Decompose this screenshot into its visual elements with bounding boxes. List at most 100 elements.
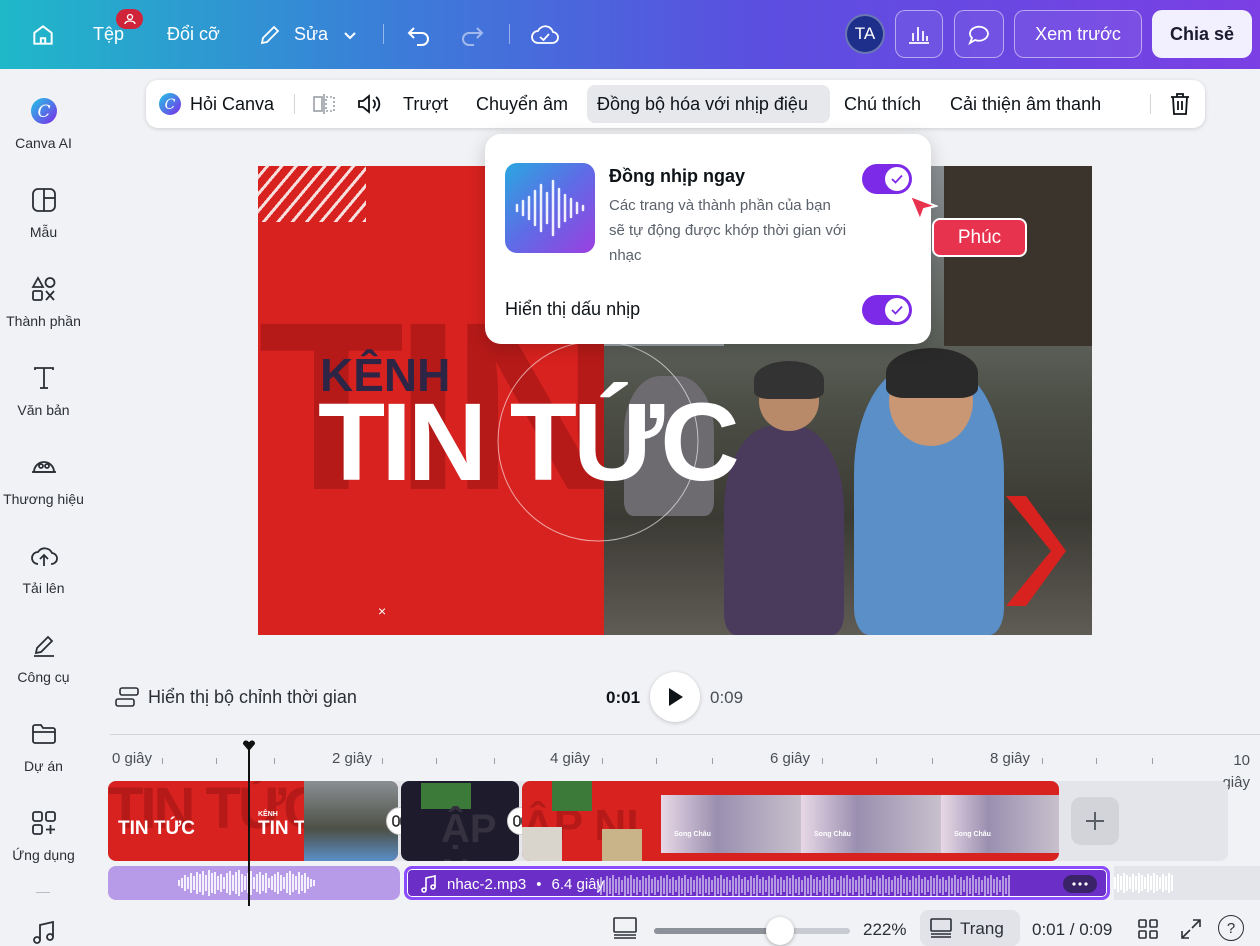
- add-page-button[interactable]: [1071, 797, 1119, 845]
- help-icon: ?: [1226, 919, 1236, 937]
- sidebar: C Canva AI Mẫu Thành phần Văn bản Thương…: [0, 69, 87, 946]
- caption-label: Chú thích: [844, 93, 922, 114]
- video-clip-1[interactable]: TIN TỨC TIN TỨC KÊNH TIN TỨC: [108, 781, 398, 861]
- video-clip-3[interactable]: ẬP NI Song Châu Song Châu Song Châu: [522, 781, 1059, 861]
- edit-label: Sửa: [294, 24, 329, 44]
- ask-canva-button[interactable]: C Hỏi Canva: [158, 80, 274, 128]
- current-time: 0:01: [606, 688, 641, 707]
- check-icon: [891, 174, 903, 184]
- audio-waveform: [1114, 866, 1173, 900]
- enhance-audio-button[interactable]: Cải thiện âm thanh: [950, 80, 1101, 128]
- audio-clip-faded[interactable]: [108, 866, 400, 900]
- cloud-saved-icon[interactable]: [530, 0, 560, 69]
- elements-icon: [0, 273, 87, 305]
- red-chevron-decoration: [1006, 496, 1066, 606]
- helmet-shape: [754, 361, 824, 399]
- preview-button[interactable]: Xem trước: [1014, 10, 1142, 58]
- resize-menu[interactable]: Đổi cỡ: [167, 0, 220, 69]
- toolbar-separator: [294, 94, 295, 114]
- tick-mark: [932, 758, 933, 764]
- sidebar-item-apps[interactable]: Ứng dụng: [0, 807, 87, 863]
- canva-ai-icon: C: [0, 95, 87, 127]
- share-label: Chia sẻ: [1169, 23, 1235, 44]
- music-note-icon: [421, 875, 436, 893]
- tools-icon: [0, 629, 87, 661]
- pencil-icon: [260, 25, 280, 44]
- timeline-icon: [115, 687, 139, 707]
- audio-more-button[interactable]: [1063, 875, 1097, 893]
- timing-editor-label: Hiển thị bộ chỉnh thời gian: [148, 686, 357, 707]
- caption-button[interactable]: Chú thích: [844, 80, 921, 128]
- clip-photo-thumb: [661, 795, 801, 853]
- notes-button[interactable]: [612, 916, 638, 945]
- notes-icon: [613, 917, 637, 939]
- collaborator-cursor-label: Phúc: [932, 218, 1027, 257]
- sidebar-item-text[interactable]: Văn bản: [0, 362, 87, 418]
- volume-button[interactable]: [356, 80, 382, 128]
- home-icon[interactable]: [30, 0, 56, 69]
- toolbar-divider: [383, 24, 384, 44]
- text-icon: [0, 362, 87, 394]
- trash-icon: [1171, 93, 1189, 115]
- grid-view-button[interactable]: [1137, 918, 1159, 945]
- sidebar-item-uploads[interactable]: Tải lên: [0, 540, 87, 596]
- total-time: 0:09: [710, 688, 744, 707]
- show-beats-toggle[interactable]: [862, 295, 912, 325]
- toggle-knob: [885, 167, 909, 191]
- svg-text:C: C: [37, 102, 50, 122]
- zoom-slider-knob[interactable]: [766, 917, 794, 945]
- page-view-button[interactable]: Trang: [920, 910, 1020, 946]
- zoom-slider[interactable]: [654, 928, 850, 934]
- canva-ai-icon: C: [159, 93, 181, 115]
- delete-button[interactable]: [1169, 80, 1191, 128]
- sidebar-item-label: Mẫu: [29, 224, 58, 240]
- clip-caption: Song Châu: [954, 831, 991, 838]
- sidebar-item-templates[interactable]: Mẫu: [0, 184, 87, 240]
- zoom-slider-fill: [654, 928, 784, 934]
- analytics-button[interactable]: [895, 10, 943, 58]
- undo-icon: [407, 26, 429, 46]
- time-display: 0:01 / 0:09: [1032, 920, 1113, 939]
- tick-mark: [602, 758, 603, 764]
- audio-clip-remainder[interactable]: [1114, 866, 1260, 900]
- fullscreen-button[interactable]: [1180, 918, 1202, 945]
- beat-sync-button[interactable]: Đồng bộ hóa với nhịp điệu: [597, 80, 808, 128]
- avatar-initials: TA: [854, 24, 876, 43]
- help-button[interactable]: ?: [1218, 915, 1244, 941]
- tick-mark: [712, 758, 713, 764]
- comments-button[interactable]: [954, 10, 1004, 58]
- audio-waveform: [178, 866, 315, 900]
- share-button[interactable]: Chia sẻ: [1152, 10, 1252, 58]
- transcribe-button[interactable]: Chuyển âm: [476, 80, 568, 128]
- redo-button[interactable]: [459, 0, 485, 69]
- edit-menu[interactable]: Sửa: [258, 0, 358, 69]
- clip-caption: Song Châu: [674, 831, 711, 838]
- audio-clip-selected[interactable]: nhac-2.mp3 • 6.4 giây: [404, 866, 1110, 900]
- avatar[interactable]: TA: [845, 14, 885, 54]
- sidebar-item-projects[interactable]: Dự án: [0, 718, 87, 774]
- clip-caption: Song Châu: [814, 831, 851, 838]
- playhead[interactable]: [248, 742, 250, 906]
- sidebar-item-elements[interactable]: Thành phần: [0, 273, 87, 329]
- more-icon: [1072, 882, 1088, 886]
- audio-duration: 6.4 giây: [551, 875, 605, 893]
- video-clip-2[interactable]: ẬP N: [401, 781, 519, 861]
- tick-label: 4 giây: [550, 750, 591, 767]
- slide-button[interactable]: Trượt: [403, 80, 448, 128]
- music-icon[interactable]: [31, 920, 57, 946]
- sidebar-item-tools[interactable]: Công cụ: [0, 629, 87, 685]
- sidebar-item-label: Canva AI: [15, 135, 72, 151]
- timing-editor-toggle[interactable]: Hiển thị bộ chỉnh thời gian: [114, 686, 357, 708]
- sidebar-item-canva-ai[interactable]: C Canva AI: [0, 95, 87, 151]
- playhead-handle-icon[interactable]: [242, 740, 256, 752]
- beat-sync-toggle[interactable]: [862, 164, 912, 194]
- timeline-ruler[interactable]: 0 giây 2 giây 4 giây 6 giây 8 giây 10 gi…: [106, 744, 1260, 791]
- tick-mark: [216, 758, 217, 764]
- undo-button[interactable]: [406, 0, 432, 69]
- play-button[interactable]: [650, 672, 700, 722]
- split-button[interactable]: [312, 80, 336, 128]
- sidebar-item-brand[interactable]: Thương hiệu: [0, 451, 87, 507]
- title-text[interactable]: TIN TỨC: [318, 388, 740, 498]
- audio-file-name: nhac-2.mp3: [447, 875, 527, 893]
- tick-label: 0 giây: [112, 750, 153, 767]
